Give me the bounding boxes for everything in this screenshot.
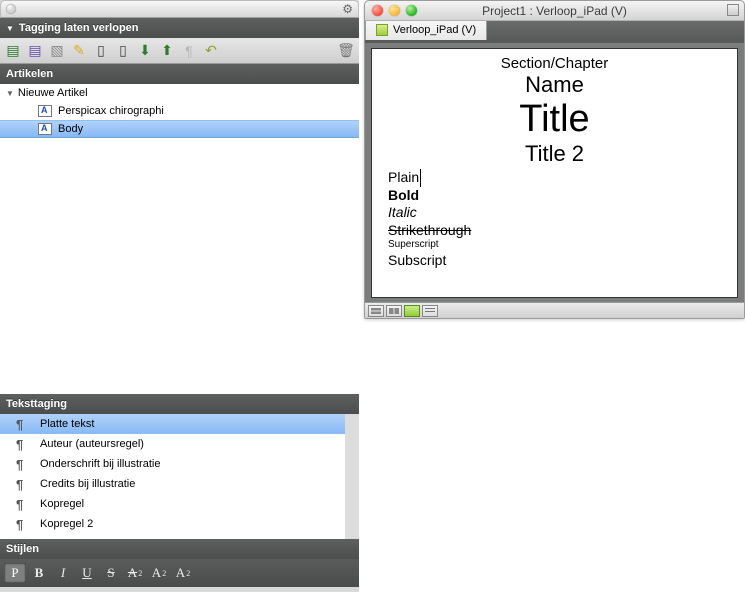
paragraph-icon <box>16 457 30 472</box>
tag-label: Auteur (auteursregel) <box>40 438 144 450</box>
scrollbar-thumb[interactable] <box>347 417 357 467</box>
tree-label: Nieuwe Artikel <box>18 87 88 99</box>
underline-button[interactable]: U <box>76 563 98 583</box>
superscript-button[interactable]: A2 <box>172 563 194 583</box>
panel-header-label: Artikelen <box>6 68 53 80</box>
style-plain: Plain <box>388 169 421 187</box>
article-tree: ▼ Nieuwe Artikel Perspicax chirographi B… <box>0 84 359 394</box>
maximize-icon[interactable] <box>727 4 739 16</box>
paragraph-icon <box>16 437 30 452</box>
tab-label: Verloop_iPad (V) <box>393 24 476 36</box>
tag-label: Credits bij illustratie <box>40 478 135 490</box>
tag-label: Kopregel 2 <box>40 518 93 530</box>
edit-pencil-icon[interactable]: ✎ <box>70 42 88 60</box>
paragraph-icon <box>16 497 30 512</box>
close-icon[interactable] <box>6 4 16 14</box>
document-window: Project1 : Verloop_iPad (V) Verloop_iPad… <box>364 0 745 319</box>
tag-label: Ingesprongen alinea <box>40 538 140 539</box>
close-window-icon[interactable] <box>372 5 383 16</box>
arrow-up-icon[interactable]: ⬆ <box>158 42 176 60</box>
style-title: Title <box>388 98 721 141</box>
tag-label: Platte tekst <box>40 418 94 430</box>
tree-item[interactable]: Perspicax chirographi <box>0 102 359 120</box>
document-tab[interactable]: Verloop_iPad (V) <box>365 18 487 40</box>
subscript-button[interactable]: A2 <box>148 563 170 583</box>
page-remove-icon[interactable]: ▯ <box>114 42 132 60</box>
panel-titlebar <box>0 0 359 18</box>
layers-icon[interactable]: ▧ <box>48 42 66 60</box>
new-doc-icon[interactable]: ▤ <box>4 42 22 60</box>
layout-page[interactable]: Section/Chapter Name Title Title 2 Plain… <box>371 48 738 298</box>
panel-header-label: Stijlen <box>6 543 39 555</box>
panel-header-stijlen: Stijlen <box>0 539 359 559</box>
a-strike-button[interactable]: A2 <box>124 563 146 583</box>
view-stack-icon[interactable] <box>368 305 384 317</box>
view-list-icon[interactable] <box>422 305 438 317</box>
tree-root[interactable]: ▼ Nieuwe Artikel <box>0 84 359 102</box>
tree-label: Perspicax chirographi <box>58 105 164 117</box>
style-bold: Bold <box>388 187 721 205</box>
traffic-lights <box>372 5 417 16</box>
paragraph-icon <box>16 417 30 432</box>
chevron-down-icon[interactable]: ▼ <box>6 89 14 98</box>
italic-button[interactable]: I <box>52 563 74 583</box>
tag-label: Onderschrift bij illustratie <box>40 458 160 470</box>
copy-doc-icon[interactable]: ▤ <box>26 42 44 60</box>
style-strike: Strikethrough <box>388 222 721 240</box>
tree-item[interactable]: Body <box>0 120 359 138</box>
style-italic: Italic <box>388 204 721 222</box>
style-title2: Title 2 <box>388 141 721 167</box>
tag-item[interactable]: Credits bij illustratie <box>0 474 345 494</box>
document-area: Project1 : Verloop_iPad (V) Verloop_iPad… <box>364 0 745 592</box>
paragraph-icon <box>16 537 30 540</box>
view-strip <box>365 302 744 318</box>
paragraph-icon <box>16 477 30 492</box>
document-titlebar[interactable]: Project1 : Verloop_iPad (V) <box>365 1 744 21</box>
tag-label: Kopregel <box>40 498 84 510</box>
tab-strip: Verloop_iPad (V) <box>365 21 744 43</box>
layout-doc-icon <box>376 24 388 36</box>
panel-header-teksttaging: Teksttaging <box>0 394 359 414</box>
zoom-window-icon[interactable] <box>406 5 417 16</box>
paragraph-style-button[interactable]: P <box>4 563 26 583</box>
arrow-down-icon[interactable]: ⬇ <box>136 42 154 60</box>
strike-button[interactable]: S <box>100 563 122 583</box>
tagging-panel: Tagging laten verlopen ▤ ▤ ▧ ✎ ▯ ▯ ⬇ ⬆ ¶… <box>0 0 359 592</box>
bold-button[interactable]: B <box>28 563 50 583</box>
canvas: Section/Chapter Name Title Title 2 Plain… <box>365 43 744 302</box>
pilcrow-icon[interactable]: ¶ <box>180 42 198 60</box>
tag-item[interactable]: Kopregel 2 <box>0 514 345 534</box>
page-add-icon[interactable]: ▯ <box>92 42 110 60</box>
view-split-icon[interactable] <box>386 305 402 317</box>
style-section-chapter: Section/Chapter <box>388 55 721 72</box>
tag-item[interactable]: Ingesprongen alinea <box>0 534 345 539</box>
view-full-icon[interactable] <box>404 305 420 317</box>
format-bar: P B I U S A2 A2 A2 <box>0 559 359 587</box>
tag-item[interactable]: Auteur (auteursregel) <box>0 434 345 454</box>
panel-header-artikelen: Artikelen <box>0 64 359 84</box>
paragraph-icon <box>16 517 30 532</box>
style-sup: Superscript <box>388 239 721 252</box>
style-name: Name <box>388 72 721 98</box>
textframe-icon <box>38 123 52 135</box>
tag-item[interactable]: Onderschrift bij illustratie <box>0 454 345 474</box>
undo-icon[interactable]: ↶ <box>202 42 220 60</box>
panel-header-tagging[interactable]: Tagging laten verlopen <box>0 18 359 38</box>
style-sub: Subscript <box>388 252 721 270</box>
trash-icon[interactable]: 🗑 <box>337 42 355 60</box>
minimize-window-icon[interactable] <box>389 5 400 16</box>
toolbar: ▤ ▤ ▧ ✎ ▯ ▯ ⬇ ⬆ ¶ ↶ 🗑 <box>0 38 359 64</box>
panel-header-label: Tagging laten verlopen <box>19 22 139 34</box>
tag-list: Platte tekst Auteur (auteursregel) Onder… <box>0 414 359 539</box>
panel-header-label: Teksttaging <box>6 398 67 410</box>
tag-item[interactable]: Platte tekst <box>0 414 345 434</box>
gear-icon[interactable] <box>342 2 353 16</box>
textframe-icon <box>38 105 52 117</box>
tree-label: Body <box>58 123 83 135</box>
tag-item[interactable]: Kopregel <box>0 494 345 514</box>
window-title: Project1 : Verloop_iPad (V) <box>365 4 744 18</box>
